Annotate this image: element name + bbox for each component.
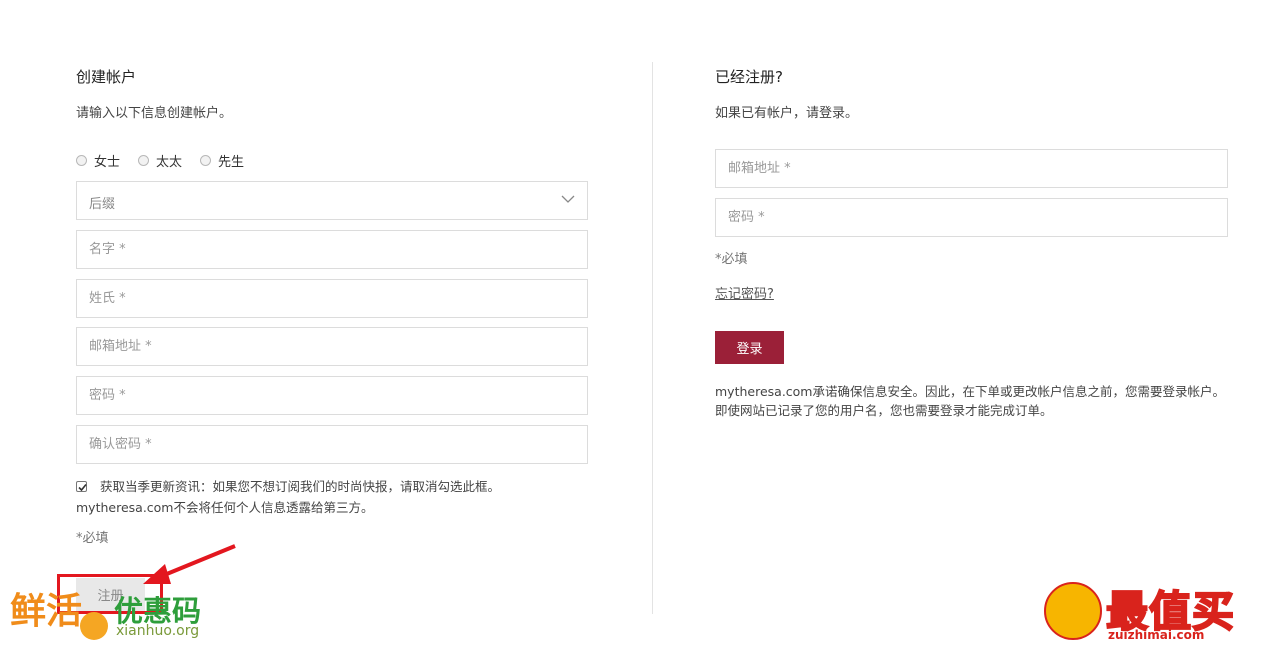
radio-circle-icon[interactable] (200, 155, 212, 166)
last-name-input[interactable] (77, 280, 587, 317)
radio-label: 女士 (94, 155, 121, 170)
required-note: *必填 (76, 531, 109, 546)
watermark-brand-text: 鲜活 (10, 590, 83, 632)
column-divider (652, 62, 653, 614)
login-required-note: *必填 (715, 252, 748, 267)
create-account-subtitle: 请输入以下信息创建帐户。 (76, 106, 233, 121)
register-email-input[interactable] (77, 328, 587, 365)
first-name-field[interactable] (76, 230, 588, 269)
radio-circle-icon[interactable] (138, 155, 150, 166)
login-email-input[interactable] (716, 150, 1227, 187)
login-password-input[interactable] (716, 199, 1227, 236)
suffix-select[interactable]: 后缀 (76, 181, 588, 220)
radio-circle-icon[interactable] (76, 155, 87, 166)
salutation-mrs-radio[interactable]: 太太 (138, 151, 182, 170)
salutation-mr-radio[interactable]: 先生 (200, 151, 244, 170)
login-button[interactable]: 登录 (715, 331, 784, 364)
radio-label: 先生 (218, 155, 245, 170)
confirm-password-input[interactable] (77, 426, 587, 463)
xianhuo-watermark-logo: 鲜活 优惠码 xianhuo.org (10, 582, 220, 642)
newsletter-checkbox[interactable] (76, 481, 87, 492)
forgot-password-link[interactable]: 忘记密码? (715, 283, 774, 302)
login-subtitle: 如果已有帐户，请登录。 (715, 106, 859, 121)
chevron-down-icon (561, 195, 575, 203)
radio-label: 太太 (156, 155, 183, 170)
register-password-input[interactable] (77, 377, 587, 414)
security-assurance-text: mytheresa.com承诺确保信息安全。因此，在下单或更改帐户信息之前，您需… (715, 384, 1225, 418)
first-name-input[interactable] (77, 231, 587, 268)
salutation-radio-group: 女士 太太 先生 (76, 151, 262, 170)
watermark-url: zuizhimai.com (1108, 628, 1205, 642)
login-email-field[interactable] (715, 149, 1228, 188)
last-name-field[interactable] (76, 279, 588, 318)
checkmark-icon (78, 483, 87, 492)
register-email-field[interactable] (76, 327, 588, 366)
newsletter-text: 获取当季更新资讯：如果您不想订阅我们的时尚快报，请取消勾选此框。 (100, 479, 501, 494)
zuizhimai-watermark-logo: 最值买 zuizhimai.com (1044, 578, 1276, 644)
register-password-field[interactable] (76, 376, 588, 415)
mascot-icon (1044, 582, 1102, 640)
salutation-ms-radio[interactable]: 女士 (76, 151, 120, 170)
create-account-title: 创建帐户 (76, 68, 137, 86)
login-password-field[interactable] (715, 198, 1228, 237)
orange-fruit-icon (80, 612, 108, 640)
confirm-password-field[interactable] (76, 425, 588, 464)
newsletter-optin: 获取当季更新资讯：如果您不想订阅我们的时尚快报，请取消勾选此框。 mythere… (76, 476, 588, 518)
login-title: 已经注册? (715, 68, 783, 86)
privacy-note: mytheresa.com不会将任何个人信息透露给第三方。 (76, 500, 374, 515)
suffix-select-value: 后缀 (89, 197, 116, 212)
watermark-url: xianhuo.org (116, 623, 200, 639)
